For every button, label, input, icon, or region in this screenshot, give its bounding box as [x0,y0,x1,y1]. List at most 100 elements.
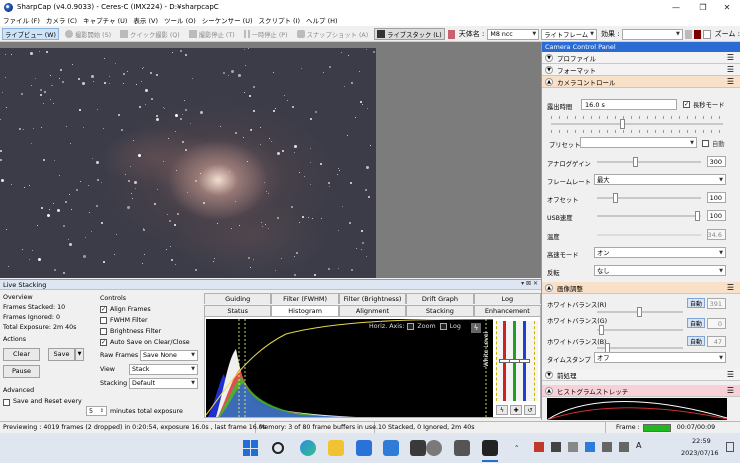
restore-button[interactable]: ❐ [690,0,716,14]
lightning-icon[interactable]: ϟ [471,323,481,333]
usb-speed-input[interactable]: 100 [707,210,726,221]
wb-blue-value[interactable]: 47 [707,336,726,347]
menu-icon[interactable]: ☰ [727,66,734,74]
stop-capture-button[interactable]: 撮影停止 (T) [186,28,238,40]
analog-gain-input[interactable]: 300 [707,156,726,167]
wb-green-auto-button[interactable]: 自動 [687,318,706,328]
red-swatch-icon[interactable] [693,29,702,39]
tab-stacking[interactable]: Stacking [406,305,474,316]
windows-start-icon[interactable] [243,440,259,456]
snapshot-button[interactable]: スナップショット (A) [294,28,372,40]
image-viewport[interactable] [0,42,541,278]
clock-time[interactable]: 22:59 [692,437,711,445]
wb-red-value[interactable]: 391 [707,298,726,309]
menu-camera[interactable]: カメラ (C) [46,15,77,25]
speaker-icon[interactable] [619,442,629,452]
log-checkbox[interactable] [439,323,447,330]
menu-help[interactable]: ヘルプ (H) [306,15,338,25]
panel-window-buttons[interactable]: ▾ ⊠ ✕ [521,280,538,287]
menu-icon[interactable]: ☰ [727,284,734,292]
wb-blue-slider[interactable] [597,343,683,353]
long-exposure-checkbox[interactable]: ✓ [683,101,690,108]
color-swatch-icon[interactable] [447,29,455,39]
pause-button[interactable]: 一時停止 (P) [241,28,291,40]
live-stack-button[interactable]: ライブスタック (L) [374,28,445,40]
wb-green-value[interactable]: 0 [707,318,726,329]
tab-drift-graph[interactable]: Drift Graph [406,293,474,304]
save-reset-stepper[interactable]: 5 ⇕ [86,406,107,416]
section-camera-control[interactable]: ▲ カメラコントロール ☰ [542,76,740,88]
menu-icon[interactable]: ☰ [727,371,734,379]
raw-frames-select[interactable]: Save None ▼ [140,349,198,361]
exposure-input[interactable]: 16.0 s [581,99,677,110]
save-dropdown-button[interactable]: ▼ [75,347,84,361]
edge-icon[interactable] [300,440,316,456]
align-frames-checkbox[interactable]: ✓ [100,306,107,313]
menu-capture[interactable]: キャプチャ (U) [83,15,127,25]
timestamp-select[interactable]: オフ ▼ [594,352,726,363]
brightness-filter-checkbox[interactable] [100,328,107,335]
nvidia-icon[interactable] [551,442,561,452]
section-image-adjust[interactable]: ▲ 画像調整 ☰ [542,282,740,294]
wb-blue-auto-button[interactable]: 自動 [687,336,706,346]
ime-indicator[interactable]: A [636,441,641,450]
effect-select[interactable]: ▼ [621,28,683,40]
high-speed-select[interactable]: オン ▼ [594,247,726,258]
sharpcap-taskbar-icon[interactable] [482,440,498,456]
flip-select[interactable]: なし ▼ [594,265,726,276]
tab-enhancement[interactable]: Enhancement [473,305,542,316]
minimize-button[interactable]: — [663,0,689,14]
crosshair-icon[interactable]: ✚ [510,405,522,415]
chevron-up-icon[interactable]: ⌃ [514,444,519,452]
live-view-button[interactable]: ライブビュー (W) [2,28,59,40]
app-icon-gray[interactable] [426,440,442,456]
menu-file[interactable]: ファイル (F) [3,15,40,25]
pause-stacking-button[interactable]: Pause [3,364,40,378]
search-icon[interactable] [272,442,284,454]
gray-swatch-icon[interactable] [684,29,692,39]
network-icon[interactable] [602,442,612,452]
wb-red-auto-button[interactable]: 自動 [687,298,706,308]
save-button[interactable]: Save [48,347,75,361]
wb-red-slider[interactable] [597,307,683,317]
section-profile[interactable]: ▼ プロファイル ☰ [542,52,740,64]
tab-filter-fwhm[interactable]: Filter (FWHM) [271,293,339,304]
usb-speed-slider[interactable] [597,211,701,221]
offset-slider[interactable] [597,193,701,203]
mail-icon[interactable] [383,440,399,456]
fwhm-filter-checkbox[interactable] [100,317,107,324]
menu-icon[interactable]: ☰ [727,78,734,86]
tab-guiding[interactable]: Guiding [204,293,272,304]
preset-select[interactable]: ▼ [580,137,697,148]
analog-gain-slider[interactable] [597,157,701,167]
histogram-plot[interactable]: Horiz. Axis: Zoom Log ϟ White Level [205,318,494,417]
section-histogram-stretch[interactable]: ▲ ヒストグラムストレッチ ☰ [542,385,740,397]
capture-button[interactable]: 撮影開始 (S) [62,28,114,40]
menu-icon[interactable]: ☰ [727,387,734,395]
tray-app-icon[interactable] [568,442,578,452]
clear-button[interactable]: Clear [3,347,40,361]
histogram-stretch-plot[interactable] [546,398,728,421]
section-preprocess[interactable]: ▼ 前処理 ☰ [542,369,740,381]
menu-scripting[interactable]: スクリプト (I) [258,15,300,25]
file-explorer-icon[interactable] [328,440,344,456]
security-icon[interactable] [534,442,544,452]
auto-save-checkbox[interactable]: ✓ [100,339,107,346]
notification-icon[interactable] [726,442,734,452]
preset-auto-checkbox[interactable] [702,140,709,147]
section-format[interactable]: ▼ フォーマット ☰ [542,64,740,76]
zoom-checkbox[interactable] [407,323,415,330]
reset-icon[interactable]: ↺ [524,405,536,415]
wb-green-slider[interactable] [597,325,683,335]
clock-date[interactable]: 2023/07/16 [681,449,718,457]
stacking-select[interactable]: Default ▼ [129,377,198,389]
tab-filter-brightness[interactable]: Filter (Brightness) [338,293,407,304]
close-button[interactable]: ✕ [714,0,740,14]
save-reset-checkbox[interactable] [3,398,10,406]
app-icon-dark[interactable] [410,440,426,456]
stellarium-icon[interactable] [454,440,470,456]
view-select[interactable]: Stack ▼ [129,363,198,375]
target-name-input[interactable]: M8 ncc ▼ [487,28,540,40]
frame-rate-select[interactable]: 最大 ▼ [594,174,726,185]
offset-input[interactable]: 100 [707,192,726,203]
